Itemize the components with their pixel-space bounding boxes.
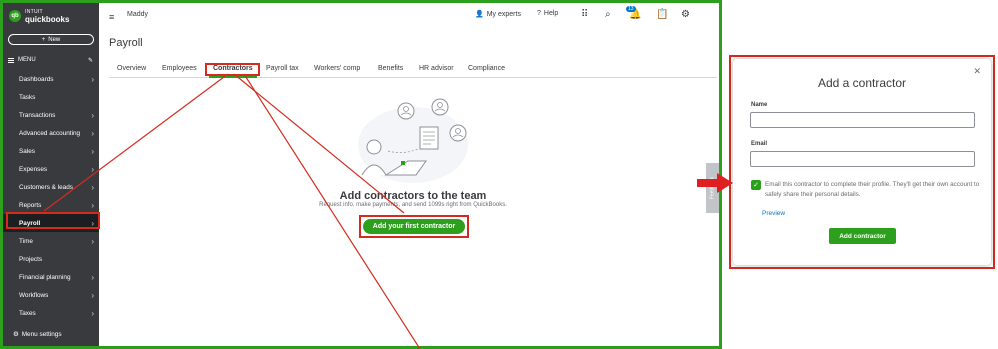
dialog-title: Add a contractor — [817, 76, 907, 90]
chevron-right-icon: › — [91, 272, 94, 282]
page-title: Payroll — [109, 37, 143, 49]
chevron-right-icon: › — [91, 74, 94, 84]
sidebar-item-financial-planning[interactable]: Financial planning › — [3, 268, 99, 286]
quickbooks-logo[interactable]: qb INTUIT quickbooks — [9, 9, 70, 24]
sidebar-item-label: Taxes — [19, 309, 36, 317]
cta-highlight-box — [359, 215, 469, 238]
sidebar-item-projects[interactable]: Projects — [3, 250, 99, 268]
sidebar-item-label: Advanced accounting — [19, 129, 81, 137]
plus-icon: + — [41, 36, 46, 43]
sidebar-item-label: Sales — [19, 147, 35, 155]
sidebar-item-label: Financial planning — [19, 273, 71, 281]
help-button[interactable]: ? Help — [537, 10, 558, 17]
sidebar-item-advanced-accounting[interactable]: Advanced accounting › — [3, 124, 99, 142]
preview-link[interactable]: Preview — [762, 210, 785, 217]
menu-settings-link[interactable]: ⚙ Menu settings — [13, 330, 62, 339]
gear-icon: ⚙ — [13, 331, 19, 338]
new-button-label: New — [48, 36, 61, 43]
tab-overview[interactable]: Overview — [117, 65, 146, 72]
chevron-right-icon: › — [91, 308, 94, 318]
red-arrow-icon — [697, 173, 733, 193]
settings-gear-icon[interactable]: ⚙ — [681, 9, 690, 20]
close-icon[interactable]: ✕ — [973, 66, 981, 77]
apps-grid-icon[interactable]: ⠿ — [581, 9, 588, 20]
active-tab-indicator — [209, 76, 257, 78]
payroll-tabs: Overview Employees Contractors Payroll t… — [109, 61, 717, 78]
tab-compliance[interactable]: Compliance — [468, 65, 505, 72]
sidebar: qb INTUIT quickbooks + New MENU ✎ Dashbo… — [3, 3, 99, 346]
name-field[interactable] — [750, 112, 975, 128]
chevron-right-icon: › — [91, 182, 94, 192]
contractors-tab-highlight-box — [205, 63, 260, 76]
menu-settings-label: Menu settings — [21, 330, 62, 338]
sidebar-item-expenses[interactable]: Expenses › — [3, 160, 99, 178]
chevron-right-icon: › — [91, 110, 94, 120]
chevron-right-icon: › — [91, 146, 94, 156]
clipboard-icon[interactable]: 📋 — [656, 9, 668, 20]
person-icon: 👤 — [475, 11, 484, 18]
empty-state-title: Add contractors to the team — [339, 190, 487, 202]
checkbox-description: Email this contractor to complete their … — [765, 181, 980, 198]
chevron-right-icon: › — [91, 236, 94, 246]
sidebar-item-time[interactable]: Time › — [3, 232, 99, 250]
name-label: Name — [751, 102, 768, 108]
sidebar-item-taxes[interactable]: Taxes › — [3, 304, 99, 322]
contractors-illustration — [358, 98, 468, 183]
tab-workers-comp[interactable]: Workers' comp — [314, 65, 360, 72]
sidebar-item-label: Dashboards — [19, 75, 54, 83]
tab-payroll-tax[interactable]: Payroll tax — [266, 65, 299, 72]
menu-header: MENU ✎ — [3, 53, 99, 67]
my-experts-label: My experts — [486, 10, 521, 18]
app-window: qb INTUIT quickbooks + New MENU ✎ Dashbo… — [0, 0, 722, 349]
sidebar-item-workflows[interactable]: Workflows › — [3, 286, 99, 304]
pencil-icon[interactable]: ✎ — [88, 57, 93, 64]
brand-name: quickbooks — [25, 15, 70, 24]
payroll-highlight-box — [6, 212, 100, 229]
chevron-right-icon: › — [91, 128, 94, 138]
sidebar-item-label: Time — [19, 237, 33, 245]
add-contractor-dialog: Add a contractor ✕ Name Email ✓ Email th… — [733, 59, 991, 265]
tab-benefits[interactable]: Benefits — [378, 65, 403, 72]
sidebar-item-sales[interactable]: Sales › — [3, 142, 99, 160]
chevron-right-icon: › — [91, 290, 94, 300]
new-button[interactable]: + New — [8, 34, 94, 45]
sidebar-item-tasks[interactable]: Tasks — [3, 88, 99, 106]
email-label: Email — [751, 141, 768, 147]
menu-label: MENU — [18, 57, 36, 63]
email-contractor-checkbox[interactable]: ✓ — [751, 180, 761, 190]
sidebar-item-label: Customers & leads — [19, 183, 73, 191]
sidebar-item-dashboards[interactable]: Dashboards › — [3, 70, 99, 88]
tab-employees[interactable]: Employees — [162, 65, 197, 72]
notification-badge: 13 — [626, 6, 636, 12]
help-icon: ? — [537, 10, 541, 17]
chevron-right-icon: › — [91, 164, 94, 174]
tab-hr-advisor[interactable]: HR advisor — [419, 65, 454, 72]
sidebar-item-transactions[interactable]: Transactions › — [3, 106, 99, 124]
help-label: Help — [543, 10, 559, 17]
menu-icon — [8, 57, 14, 63]
sidebar-item-customers[interactable]: Customers & leads › — [3, 178, 99, 196]
empty-state-subtitle: Request info, make payments, and send 10… — [319, 202, 507, 208]
email-field[interactable] — [750, 151, 975, 167]
chevron-right-icon: › — [91, 200, 94, 210]
sidebar-item-label: Reports — [19, 201, 42, 209]
sidebar-nav: Dashboards › Tasks Transactions › Advanced… — [3, 70, 99, 322]
search-icon[interactable]: ⌕ — [605, 9, 611, 20]
collapse-menu-icon[interactable]: ≡ — [109, 12, 114, 22]
qb-logo-icon: qb — [9, 10, 21, 22]
sidebar-item-label: Tasks — [19, 93, 36, 101]
my-experts-button[interactable]: 👤 My experts — [475, 10, 521, 19]
sidebar-item-label: Expenses — [19, 165, 48, 173]
sidebar-item-label: Projects — [19, 255, 43, 263]
company-name: Maddy — [127, 11, 149, 18]
sidebar-item-label: Workflows — [19, 291, 49, 299]
top-bar: ≡ Maddy 👤My experts ?Help ⠿ ⌕ 🔔 13 📋 ⚙ J — [99, 3, 719, 29]
add-contractor-button[interactable]: Add contractor — [829, 228, 896, 244]
sidebar-item-label: Transactions — [19, 111, 56, 119]
